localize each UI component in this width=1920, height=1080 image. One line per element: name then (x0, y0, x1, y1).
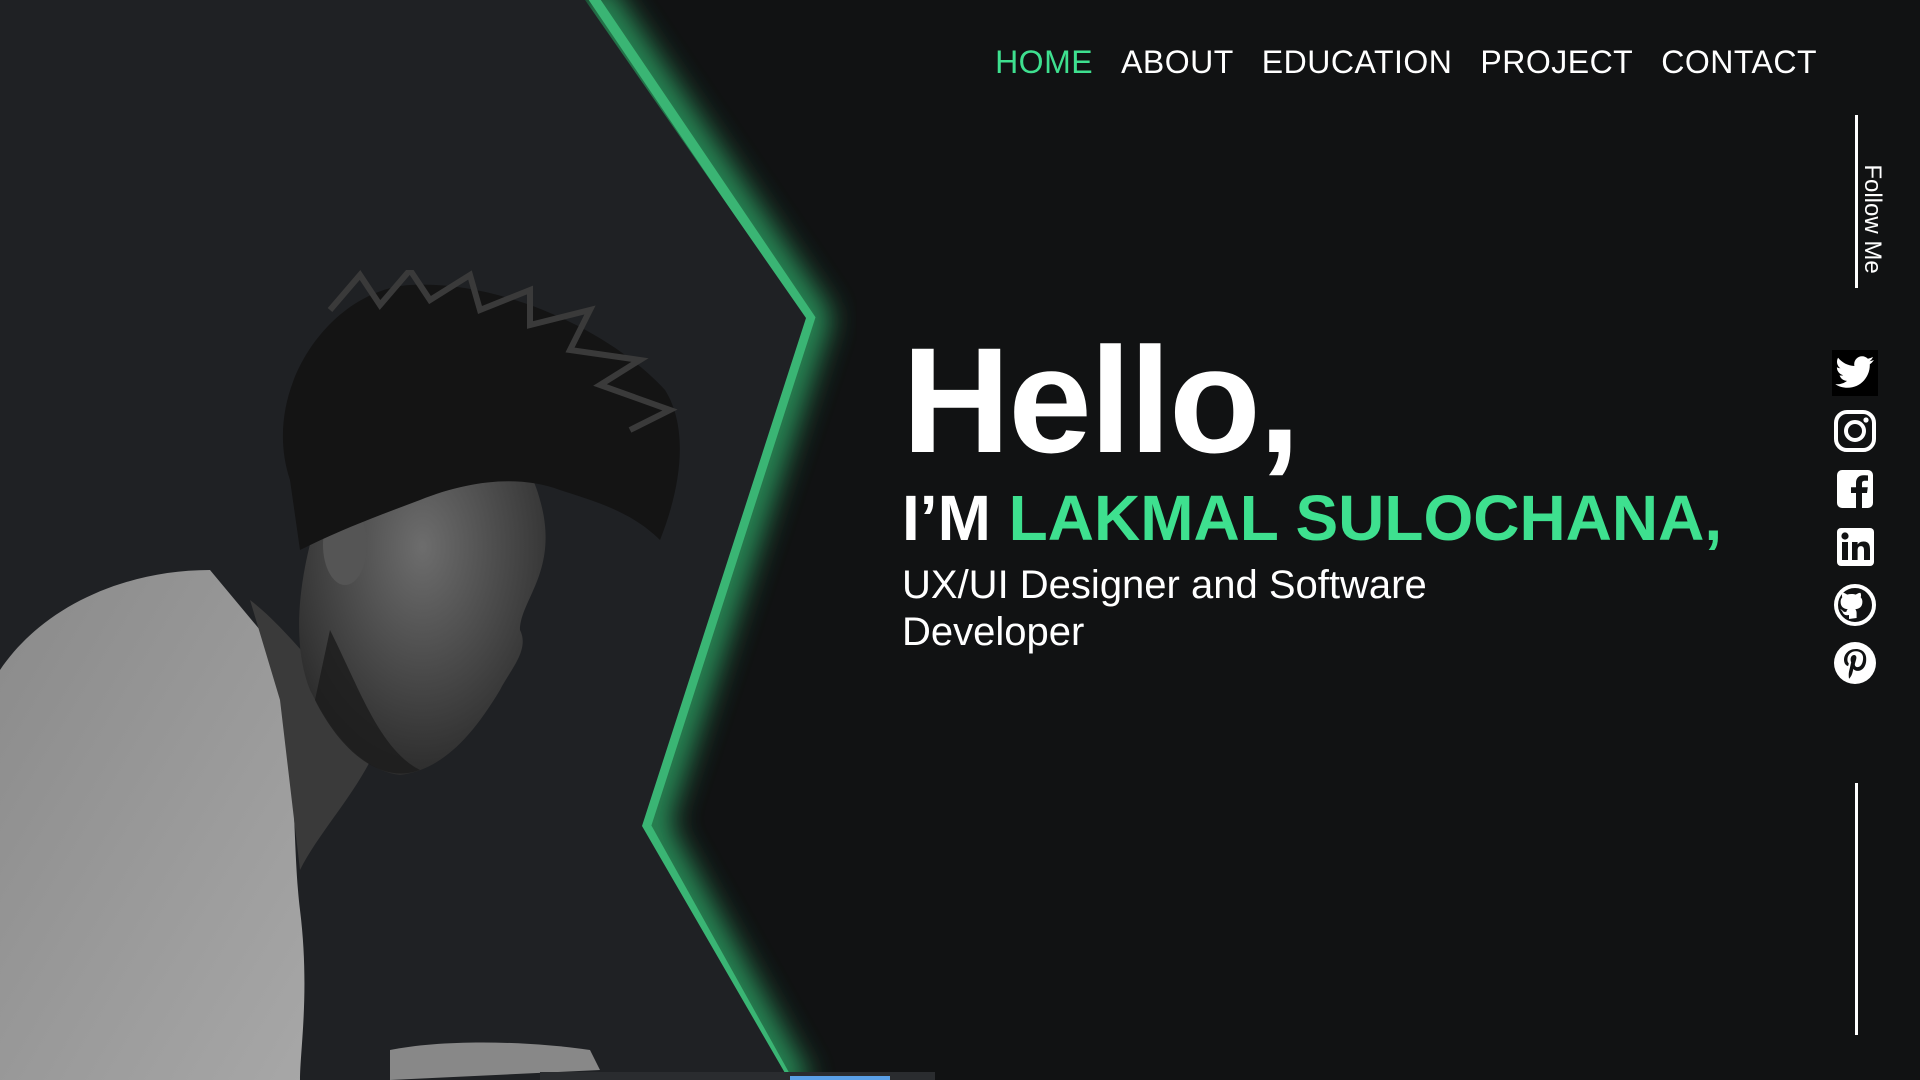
hero-role: UX/UI Designer and Software Developer (902, 563, 1427, 654)
twitter-icon (1832, 350, 1878, 396)
github-icon (1834, 584, 1876, 626)
linkedin-link[interactable] (1832, 524, 1878, 570)
github-link[interactable] (1832, 582, 1878, 628)
follow-me-label: Follow Me (1859, 164, 1886, 274)
portrait-image (0, 270, 680, 1080)
hero-name: LAKMAL SULOCHANA, (1008, 482, 1723, 554)
nav-about-link[interactable]: ABOUT (1107, 40, 1248, 84)
portfolio-page: HOME ABOUT EDUCATION PROJECT CONTACT Hel… (0, 0, 1920, 1080)
hero-section: Hello, I’M LAKMAL SULOCHANA, UX/UI Desig… (902, 320, 1722, 656)
main-nav: HOME ABOUT EDUCATION PROJECT CONTACT (981, 40, 1831, 84)
instagram-icon (1834, 410, 1876, 452)
social-links (1832, 350, 1882, 698)
nav-home-link[interactable]: HOME (981, 40, 1107, 84)
linkedin-icon (1837, 528, 1874, 566)
pinterest-icon (1834, 642, 1876, 684)
pinterest-link[interactable] (1832, 640, 1878, 686)
nav-project-link[interactable]: PROJECT (1466, 40, 1647, 84)
hero-greeting: Hello, (902, 316, 1300, 484)
hero-name-heading: I’M LAKMAL SULOCHANA, (902, 482, 1722, 554)
twitter-link[interactable] (1832, 350, 1878, 396)
facebook-icon (1837, 470, 1873, 508)
facebook-link[interactable] (1832, 466, 1878, 512)
nav-education-link[interactable]: EDUCATION (1248, 40, 1467, 84)
scrollbar-thumb[interactable] (790, 1076, 890, 1080)
nav-contact-link[interactable]: CONTACT (1647, 40, 1831, 84)
follow-divider-bottom (1855, 783, 1858, 1035)
instagram-link[interactable] (1832, 408, 1878, 454)
hero-name-prefix: I’M (902, 482, 1009, 554)
